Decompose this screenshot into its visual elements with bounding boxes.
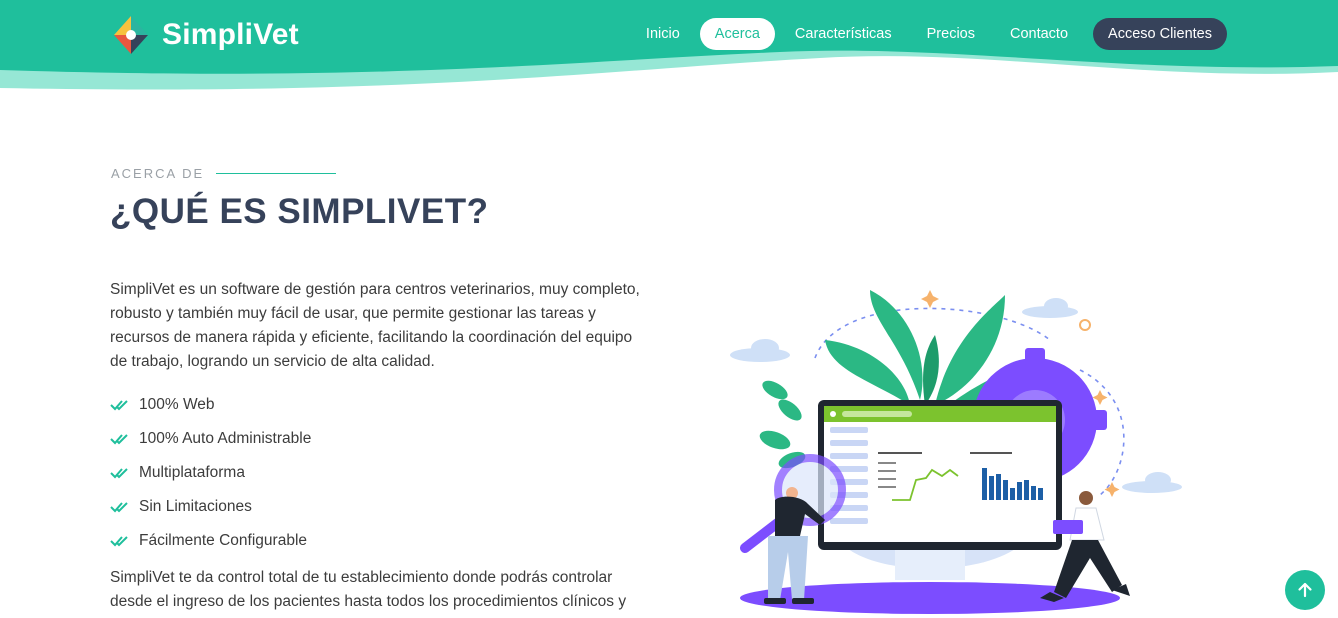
double-check-icon: [110, 468, 128, 479]
arrow-up-icon: [1298, 582, 1312, 598]
feature-item: Sin Limitaciones: [110, 490, 311, 524]
dashboard-illustration: [730, 290, 1182, 614]
nav-item-caracteristicas[interactable]: Características: [780, 18, 907, 50]
feature-label: 100% Web: [139, 396, 215, 413]
nav-item-contacto[interactable]: Contacto: [995, 18, 1083, 50]
client-access-button[interactable]: Acceso Clientes: [1093, 18, 1227, 50]
nav-item-precios[interactable]: Precios: [912, 18, 990, 50]
brand-logo[interactable]: SimpliVet: [110, 14, 299, 56]
feature-label: 100% Auto Administrable: [139, 430, 312, 447]
eyebrow-label: ACERCA DE: [111, 166, 205, 181]
nav-item-inicio[interactable]: Inicio: [631, 18, 695, 50]
site-header: SimpliVet Inicio Acerca Características …: [0, 0, 1338, 92]
feature-list: 100% Web 100% Auto Administrable Multipl…: [110, 388, 311, 558]
logo-icon: [114, 16, 148, 54]
double-check-icon: [110, 400, 128, 411]
outro-paragraph: SimpliVet te da control total de tu esta…: [110, 569, 627, 610]
intro-paragraph: SimpliVet es un software de gestión para…: [110, 281, 640, 370]
section-title: ¿QUÉ ES SIMPLIVET?: [110, 192, 489, 231]
feature-label: Sin Limitaciones: [139, 498, 252, 515]
double-check-icon: [110, 434, 128, 445]
back-to-top-button[interactable]: [1285, 570, 1325, 610]
double-check-icon: [110, 536, 128, 547]
nav-item-acerca[interactable]: Acerca: [699, 18, 775, 50]
feature-item: 100% Auto Administrable: [110, 422, 311, 456]
feature-item: Multiplataforma: [110, 456, 311, 490]
main-nav: Inicio Acerca Características Precios Co…: [626, 18, 1227, 50]
feature-label: Multiplataforma: [139, 464, 245, 481]
section-eyebrow: ACERCA DE: [111, 166, 337, 181]
eyebrow-divider: [216, 173, 337, 174]
double-check-icon: [110, 502, 128, 513]
brand-name: SimpliVet: [162, 18, 299, 51]
feature-label: Fácilmente Configurable: [139, 532, 308, 549]
feature-item: 100% Web: [110, 388, 311, 422]
feature-item: Fácilmente Configurable: [110, 524, 311, 558]
